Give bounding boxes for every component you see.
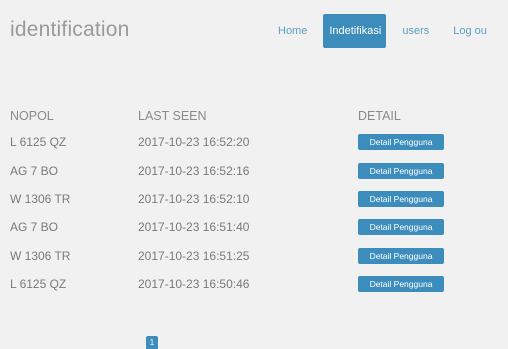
detail-pengguna-button[interactable]: Detail Pengguna [358, 162, 444, 179]
app-title: identification [10, 18, 130, 41]
table-row: AG 7 BO 2017-10-23 16:52:16 Detail Pengg… [10, 156, 508, 184]
last-seen-cell: 2017-10-23 16:52:20 [138, 135, 250, 150]
nopol-cell: AG 7 BO [10, 220, 59, 235]
header-last-seen: LAST SEEN [138, 109, 207, 123]
nopol-cell: L 6125 QZ [10, 277, 67, 292]
table-row: L 6125 QZ 2017-10-23 16:50:46 Detail Pen… [10, 270, 508, 298]
detail-pengguna-button[interactable]: Detail Pengguna [358, 190, 444, 207]
nopol-cell: W 1306 TR [10, 248, 71, 263]
detail-pengguna-button[interactable]: Detail Pengguna [358, 134, 444, 151]
detail-pengguna-button[interactable]: Detail Pengguna [358, 276, 444, 293]
last-seen-cell: 2017-10-23 16:51:40 [138, 220, 250, 235]
nav-home-link[interactable]: Home [278, 25, 307, 37]
detail-pengguna-button[interactable]: Detail Pengguna [358, 247, 444, 264]
detail-cell: Detail Pengguna [358, 270, 508, 298]
page: identification Home Indetifikasi users L… [0, 0, 508, 349]
nopol-cell: L 6125 QZ [10, 135, 67, 150]
detail-cell: Detail Pengguna [358, 242, 508, 270]
table-row: W 1306 TR 2017-10-23 16:51:25 Detail Pen… [10, 242, 508, 270]
last-seen-cell: 2017-10-23 16:52:16 [138, 163, 250, 178]
vehicle-table: NOPOL LAST SEEN DETAIL L 6125 QZ 2017-10… [10, 104, 508, 298]
table-row: W 1306 TR 2017-10-23 16:52:10 Detail Pen… [10, 185, 508, 213]
header-nopol: NOPOL [10, 109, 54, 123]
last-seen-cell: 2017-10-23 16:52:10 [138, 191, 250, 206]
header-detail: DETAIL [358, 109, 401, 123]
nav-identifikasi-link[interactable]: Indetifikasi [323, 14, 387, 48]
detail-cell: Detail Pengguna [358, 128, 508, 156]
detail-cell: Detail Pengguna [358, 185, 508, 213]
table-row: L 6125 QZ 2017-10-23 16:52:20 Detail Pen… [10, 128, 508, 156]
detail-cell: Detail Pengguna [358, 213, 508, 241]
table-header-row: NOPOL LAST SEEN DETAIL [10, 104, 508, 128]
detail-cell: Detail Pengguna [358, 156, 508, 184]
detail-pengguna-button[interactable]: Detail Pengguna [358, 219, 444, 236]
top-nav: Home Indetifikasi users Log ou [276, 14, 487, 48]
last-seen-cell: 2017-10-23 16:50:46 [138, 277, 250, 292]
nav-users-link[interactable]: users [402, 25, 429, 37]
last-seen-cell: 2017-10-23 16:51:25 [138, 248, 250, 263]
pagination-page-1-button[interactable]: 1 [146, 336, 158, 349]
nav-logout-link[interactable]: Log ou [453, 25, 487, 37]
nopol-cell: W 1306 TR [10, 191, 71, 206]
table-row: AG 7 BO 2017-10-23 16:51:40 Detail Pengg… [10, 213, 508, 241]
nopol-cell: AG 7 BO [10, 163, 59, 178]
